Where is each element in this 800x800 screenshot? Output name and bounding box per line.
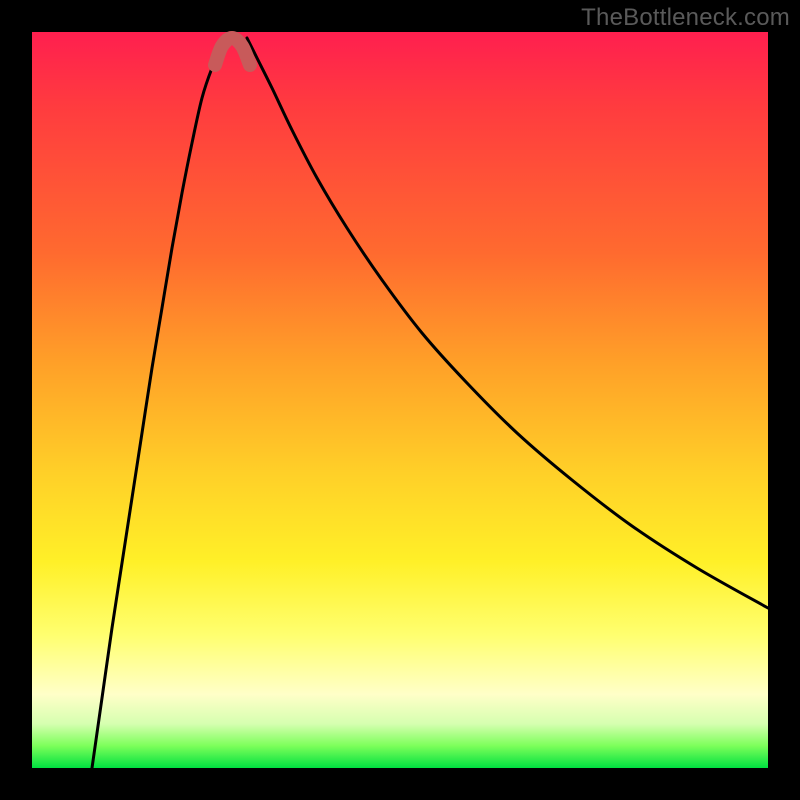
right-curve — [247, 38, 768, 608]
plot-area — [32, 32, 768, 768]
bottom-arc-highlight — [215, 38, 250, 65]
left-curve — [92, 38, 227, 768]
chart-frame: TheBottleneck.com — [0, 0, 800, 800]
watermark-text: TheBottleneck.com — [581, 4, 790, 32]
curve-layer — [32, 32, 768, 768]
